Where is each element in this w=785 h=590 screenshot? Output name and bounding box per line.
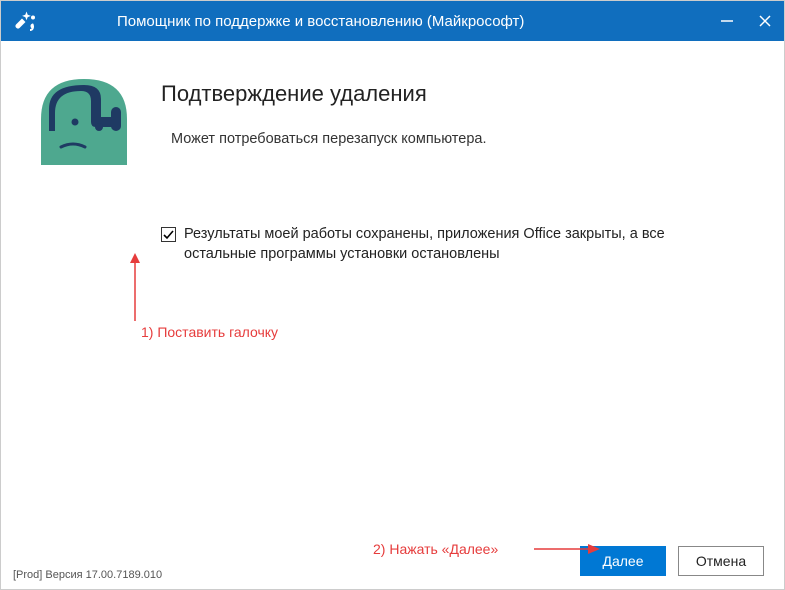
footer: [Prod] Версия 17.00.7189.010 Далее Отмен… — [1, 533, 784, 589]
confirm-checkbox[interactable] — [161, 227, 176, 242]
window-controls — [708, 1, 784, 41]
window-title: Помощник по поддержке и восстановлению (… — [117, 13, 524, 30]
minimize-button[interactable] — [708, 1, 746, 41]
titlebar: Помощник по поддержке и восстановлению (… — [1, 1, 784, 41]
cancel-button[interactable]: Отмена — [678, 546, 764, 576]
close-button[interactable] — [746, 1, 784, 41]
header-row: Подтверждение удаления Может потребовать… — [41, 79, 754, 165]
page-subtext: Может потребоваться перезапуск компьютер… — [171, 131, 486, 147]
confirm-checkbox-row: Результаты моей работы сохранены, прилож… — [161, 225, 734, 264]
content-area: Подтверждение удаления Может потребовать… — [1, 41, 784, 533]
next-button-label: Далее — [602, 553, 643, 569]
dialog-window: Помощник по поддержке и восстановлению (… — [0, 0, 785, 590]
support-agent-icon — [41, 79, 127, 165]
cancel-button-label: Отмена — [696, 553, 746, 569]
header-text-block: Подтверждение удаления Может потребовать… — [161, 79, 486, 147]
app-icon — [13, 9, 37, 33]
next-button[interactable]: Далее — [580, 546, 666, 576]
version-label: [Prod] Версия 17.00.7189.010 — [13, 569, 162, 581]
confirm-checkbox-label[interactable]: Результаты моей работы сохранены, прилож… — [184, 225, 734, 264]
page-heading: Подтверждение удаления — [161, 81, 486, 107]
